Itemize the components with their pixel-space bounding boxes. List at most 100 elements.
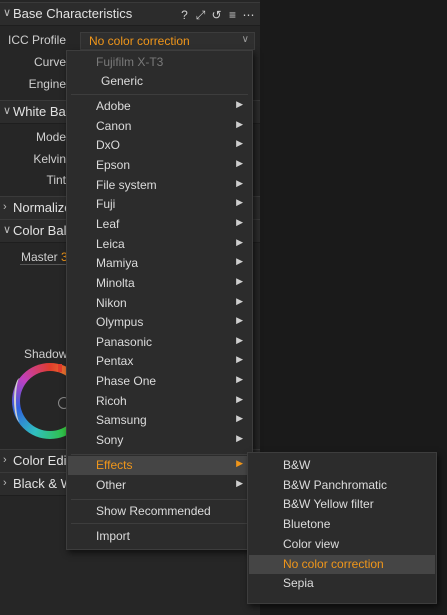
submenu-item[interactable]: Sepia: [249, 574, 435, 593]
icc-profile-select[interactable]: No color correction ∨: [80, 32, 255, 50]
header-tools: ? ⤢ ↺ ≡ ⋯: [178, 8, 258, 22]
menu-item-brand[interactable]: File system ▶: [68, 176, 251, 195]
menu-item-label: Mamiya: [96, 256, 139, 271]
chevron-right-icon: ▶: [236, 118, 243, 129]
menu-item-brand[interactable]: Adobe ▶: [68, 97, 251, 116]
chevron-right-icon: ▶: [236, 275, 243, 286]
effects-submenu: B&W B&W Panchromatic B&W Yellow filter Blue…: [247, 452, 437, 604]
submenu-item[interactable]: No color correction: [249, 554, 435, 574]
menu-item-brand[interactable]: Leica ▶: [68, 235, 251, 254]
menu-item-label: Samsung: [96, 413, 147, 428]
chevron-right-icon: ▶: [236, 413, 243, 424]
section-title: Color Edit: [13, 453, 71, 468]
chevron-right-icon: ▶: [236, 295, 243, 306]
chevron-right-icon: ▶: [236, 216, 243, 227]
icc-profile-menu: Fujifilm X-T3 Generic Adobe ▶ Canon ▶ DxO ▶ Ep…: [66, 50, 253, 550]
menu-item-other[interactable]: Other ▶: [68, 476, 251, 495]
menu-item-brand[interactable]: DxO ▶: [68, 136, 251, 155]
menu-item-label: Adobe: [96, 99, 131, 113]
expand-icon[interactable]: ⤢: [194, 8, 207, 22]
chevron-right-icon: ▶: [236, 374, 243, 385]
menu-item-label: Panasonic: [96, 334, 153, 349]
menu-item-label: Leaf: [96, 216, 120, 231]
menu-item-brand[interactable]: Minolta ▶: [68, 274, 251, 293]
menu-item-brand[interactable]: Pentax ▶: [68, 352, 251, 371]
chevron-right-icon: ▶: [236, 458, 243, 468]
wb-kelvin-label: Kelvin: [33, 152, 66, 166]
more-icon[interactable]: ⋯: [242, 8, 255, 22]
submenu-item-label: B&W: [283, 458, 311, 472]
chevron-right-icon: ▶: [236, 157, 243, 168]
chevron-right-icon: ▶: [236, 99, 243, 109]
menu-item-brand[interactable]: Samsung ▶: [68, 411, 251, 430]
menu-item-brand[interactable]: Olympus ▶: [68, 313, 251, 332]
menu-item-label: Canon: [96, 118, 132, 133]
menu-item-brand[interactable]: Phase One ▶: [68, 372, 251, 391]
submenu-item[interactable]: B&W: [249, 456, 435, 475]
menu-item-show-recommended[interactable]: Show Recommended: [68, 502, 251, 521]
menu-item-brand[interactable]: Leaf ▶: [68, 215, 251, 234]
section-title: Base Characteristics: [13, 6, 133, 21]
submenu-item-label: No color correction: [283, 556, 384, 571]
section-title: Black & W: [13, 476, 73, 491]
menu-item-label: Olympus: [96, 315, 144, 330]
menu-item-brand[interactable]: Canon ▶: [68, 117, 251, 136]
menu-item-generic[interactable]: Generic: [68, 72, 251, 91]
icc-profile-label: ICC Profile: [7, 33, 66, 47]
wb-tint-label: Tint: [46, 173, 66, 187]
reset-icon[interactable]: ↺: [210, 8, 223, 22]
chevron-down-icon: ∨: [3, 105, 12, 117]
menu-item-label: Phase One: [96, 374, 157, 389]
chevron-right-icon: ▶: [236, 177, 243, 188]
submenu-item-label: B&W Yellow filter: [283, 497, 374, 512]
menu-item-label: Fuji: [96, 197, 116, 212]
menu-item-brand[interactable]: Nikon ▶: [68, 294, 251, 313]
chevron-right-icon: ▶: [236, 315, 243, 326]
submenu-item[interactable]: B&W Panchromatic: [249, 476, 435, 495]
shadow-label: Shadow: [24, 347, 68, 361]
menu-icon[interactable]: ≡: [226, 8, 239, 22]
menu-item-brand[interactable]: Epson ▶: [68, 156, 251, 175]
help-icon[interactable]: ?: [178, 8, 191, 22]
submenu-item-label: B&W Panchromatic: [283, 477, 388, 492]
menu-item-brand[interactable]: Sony ▶: [68, 431, 251, 450]
chevron-right-icon: ›: [3, 201, 7, 213]
section-title: Color Bala: [13, 223, 74, 238]
chevron-right-icon: ▶: [236, 236, 243, 247]
chevron-right-icon: ▶: [236, 354, 243, 365]
menu-divider: [71, 454, 248, 455]
lightness-ring[interactable]: [14, 378, 26, 422]
chevron-right-icon: ▶: [236, 138, 243, 149]
menu-item-brand[interactable]: Fuji ▶: [68, 195, 251, 214]
menu-item-label: Pentax: [96, 354, 134, 369]
chevron-right-icon: ▶: [236, 393, 243, 404]
tab-master[interactable]: Master: [21, 250, 58, 264]
menu-divider: [71, 94, 248, 95]
chevron-right-icon: ▶: [236, 256, 243, 267]
submenu-item[interactable]: Bluetone: [249, 515, 435, 534]
menu-item-import[interactable]: Import: [68, 527, 251, 546]
submenu-item[interactable]: B&W Yellow filter: [249, 495, 435, 514]
icc-profile-value: No color correction: [89, 34, 190, 48]
chevron-right-icon: ›: [3, 477, 7, 489]
menu-item-label: File system: [96, 177, 157, 192]
submenu-item[interactable]: Color view: [249, 535, 435, 554]
menu-item-brand[interactable]: Panasonic ▶: [68, 333, 251, 352]
chevron-right-icon: ▶: [236, 197, 243, 208]
menu-item-effects[interactable]: Effects ▶: [68, 456, 251, 475]
wb-mode-label: Mode: [35, 130, 66, 144]
wheel-marker[interactable]: [58, 364, 62, 372]
chevron-right-icon: ›: [3, 454, 7, 466]
tab-underline: [20, 264, 66, 265]
curve-label: Curve: [33, 55, 66, 69]
base-characteristics-header[interactable]: ∨ Base Characteristics ? ⤢ ↺ ≡ ⋯: [0, 2, 260, 26]
section-title: White Bal: [13, 104, 69, 119]
submenu-item-label: Bluetone: [283, 517, 331, 532]
submenu-item-label: Color view: [283, 536, 340, 551]
menu-item-label: Minolta: [96, 275, 135, 290]
menu-item-brand[interactable]: Ricoh ▶: [68, 392, 251, 411]
chevron-right-icon: ▶: [236, 478, 243, 488]
menu-item-camera-model: Fujifilm X-T3: [96, 55, 164, 69]
menu-item-brand[interactable]: Mamiya ▶: [68, 254, 251, 273]
menu-divider: [71, 499, 248, 500]
